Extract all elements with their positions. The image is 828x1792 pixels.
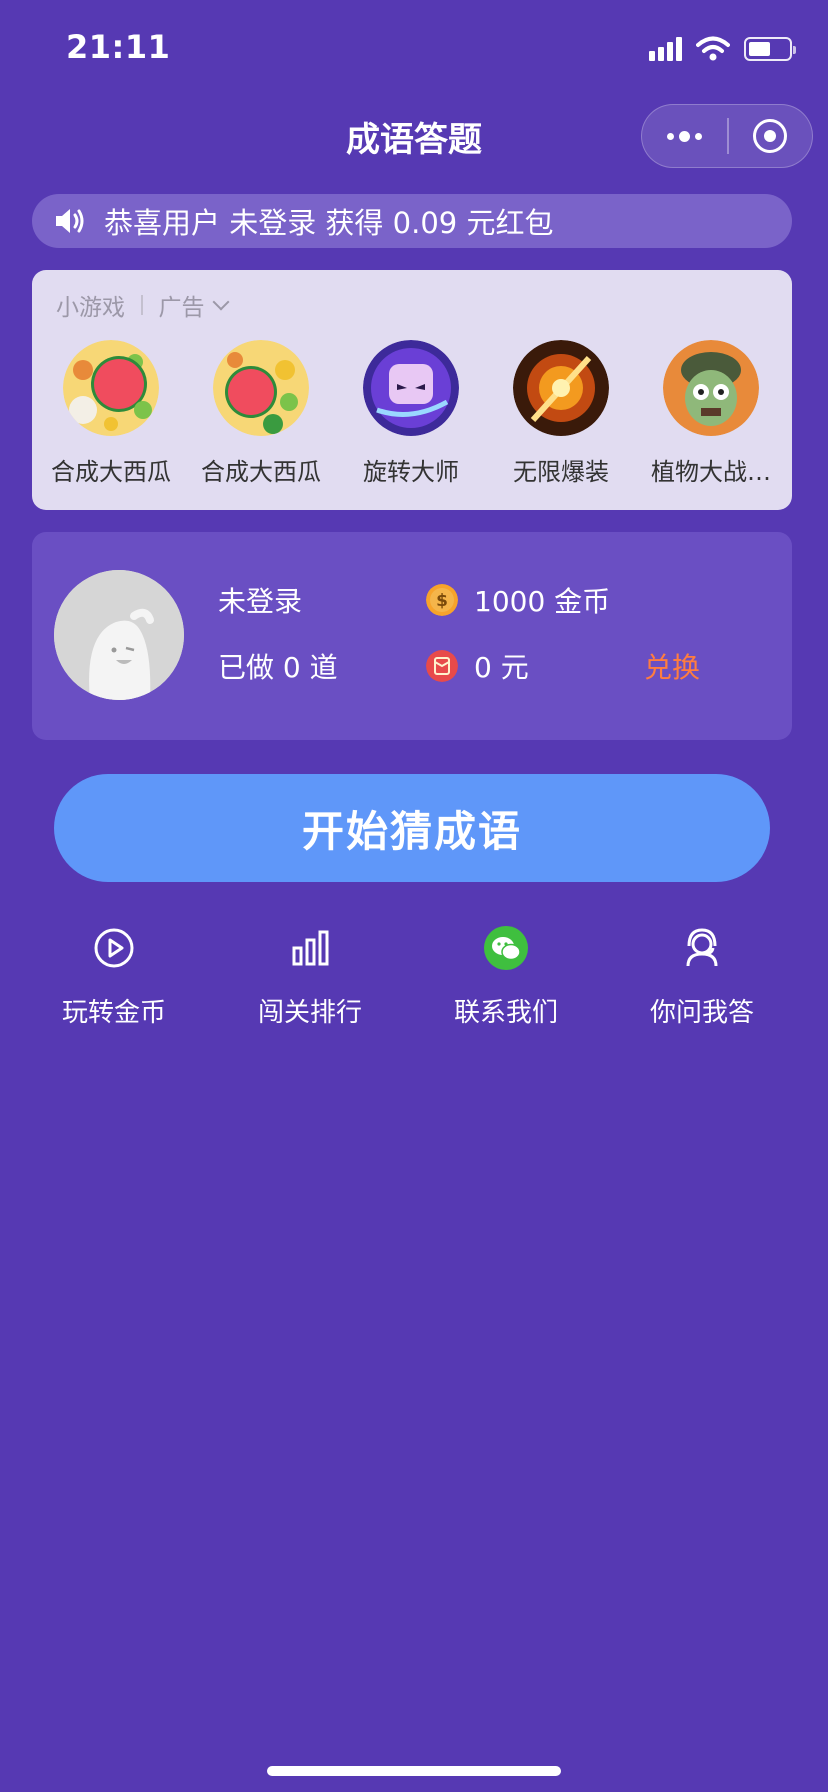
menu-item-contact[interactable]: 联系我们 [426,926,586,1029]
play-circle-icon [94,928,134,968]
game-item[interactable]: 旋转大师 [341,340,481,487]
more-dots-icon[interactable] [642,105,727,167]
game-name: 合成大西瓜 [201,458,321,486]
game-item[interactable]: 无限爆装 [491,340,631,487]
red-packet-icon [426,650,458,682]
wifi-icon [696,36,730,61]
menu-item-faq[interactable]: 你问我答 [622,926,782,1029]
status-time: 21:11 [66,28,171,66]
watermelon-icon [63,340,159,436]
coin-icon: $ [426,584,458,616]
user-card: 未登录 已做 0 道 $ 1000 金币 0 元 兑换 [32,532,792,740]
status-bar: 21:11 [0,0,828,100]
speaker-icon [56,209,84,233]
game-name: 合成大西瓜 [51,458,171,486]
coin-balance: 1000 金币 [474,585,611,618]
exchange-button[interactable]: 兑换 [644,646,700,686]
menu-label: 联系我们 [453,998,558,1028]
game-item[interactable]: 合成大西瓜 [191,340,331,487]
menu-label: 你问我答 [649,998,754,1028]
robot-icon [363,340,459,436]
money-balance: 0 元 [474,651,529,684]
login-status[interactable]: 未登录 [218,580,302,620]
ad-label[interactable]: 广告 [159,288,205,322]
game-item[interactable]: 植物大战… [641,340,781,487]
signal-icon [649,37,682,61]
mini-games-card: 小游戏 广告 合成大西瓜 合成大西瓜 旋转大师 无限爆装 植物大战… [32,270,792,510]
games-header: 小游戏 广告 [56,288,229,322]
bar-chart-icon [292,930,329,966]
game-item[interactable]: 合成大西瓜 [41,340,181,487]
menu-item-coins[interactable]: 玩转金币 [34,926,194,1029]
menu-label: 闯关排行 [257,998,362,1028]
notice-bar: 恭喜用户 未登录 获得 0.09 元红包 [32,194,792,248]
questions-done: 已做 0 道 [218,651,338,684]
home-indicator[interactable] [267,1766,561,1776]
games-header-label: 小游戏 [56,295,125,321]
wechat-icon [484,926,528,970]
menu-item-ranking[interactable]: 闯关排行 [230,926,390,1029]
customer-service-icon [686,928,718,967]
menu-label: 玩转金币 [61,998,166,1028]
game-name: 植物大战… [651,458,771,486]
chevron-down-icon[interactable] [212,293,229,311]
status-icons [649,36,796,62]
target-icon[interactable] [729,105,812,167]
capsule-menu [641,104,813,168]
svg-text:$: $ [436,591,448,611]
avatar[interactable] [54,570,184,700]
fire-sword-icon [513,340,609,436]
zombie-icon [663,340,759,436]
battery-icon [744,37,796,61]
game-name: 无限爆装 [513,458,609,486]
start-button[interactable]: 开始猜成语 [54,774,770,882]
notice-text: 恭喜用户 未登录 获得 0.09 元红包 [104,206,554,240]
game-name: 旋转大师 [363,458,459,486]
watermelon-icon [213,340,309,436]
